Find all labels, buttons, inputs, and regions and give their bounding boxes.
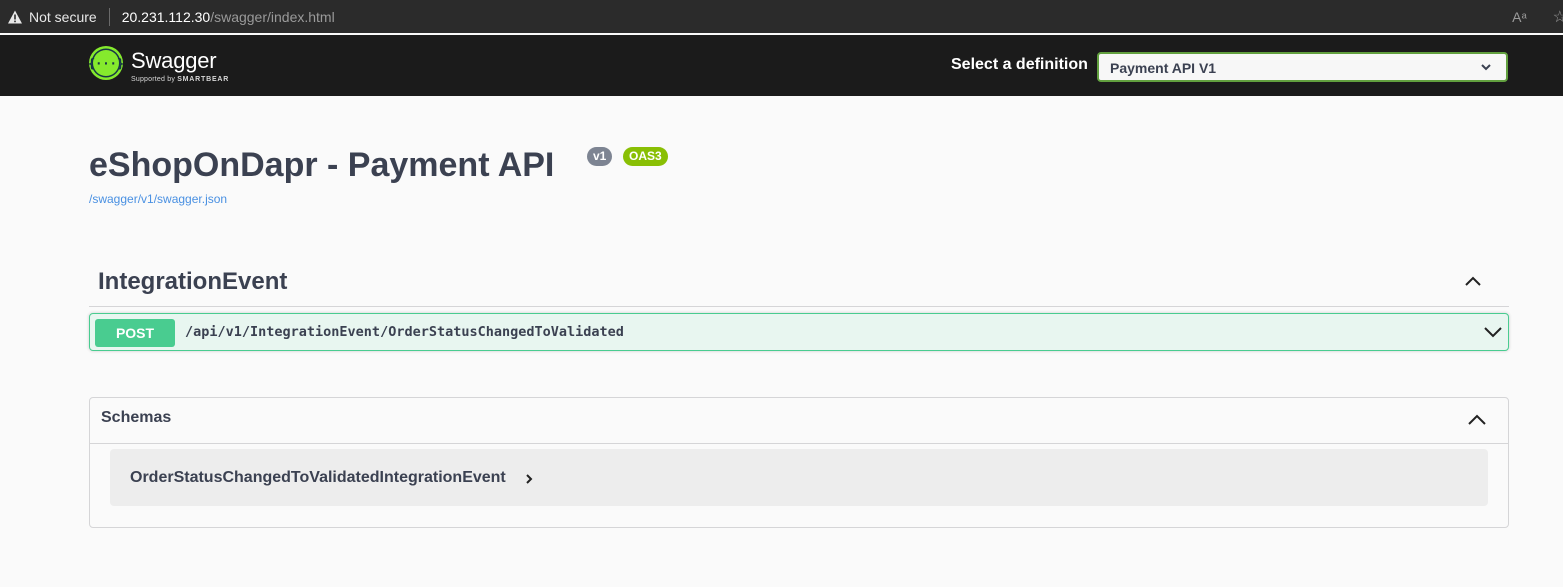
url-field[interactable]: 20.231.112.30/swagger/index.html xyxy=(122,9,335,25)
swagger-topbar: {···} Swagger Supported by SMARTBEAR Sel… xyxy=(0,35,1563,96)
model-container[interactable]: OrderStatusChangedToValidatedIntegration… xyxy=(110,449,1488,506)
warning-icon[interactable] xyxy=(7,9,23,25)
read-aloud-icon[interactable]: Aᵃ xyxy=(1512,9,1527,25)
chevron-up-icon[interactable] xyxy=(1462,270,1484,292)
url-host: 20.231.112.30 xyxy=(121,8,211,25)
address-divider xyxy=(108,7,110,26)
model-name[interactable]: OrderStatusChangedToValidatedIntegration… xyxy=(130,469,506,487)
schemas-title[interactable]: Schemas xyxy=(101,409,171,427)
spec-json-link[interactable]: /swagger/v1/swagger.json xyxy=(89,192,227,206)
browser-address-bar: Not secure 20.231.112.30/swagger/index.h… xyxy=(0,0,1563,33)
tag-divider xyxy=(89,306,1509,307)
operation-path: /api/v1/IntegrationEvent/OrderStatusChan… xyxy=(185,324,624,340)
definition-selected-value: Payment API V1 xyxy=(1110,60,1217,76)
schemas-section: Schemas OrderStatusChangedToValidatedInt… xyxy=(89,397,1509,528)
schemas-divider xyxy=(90,443,1508,444)
definition-select[interactable]: Payment API V1 xyxy=(1097,52,1508,82)
logo-text: Swagger xyxy=(131,48,217,73)
svg-text:{···}: {···} xyxy=(89,57,123,71)
chevron-down-icon[interactable] xyxy=(1483,322,1503,342)
operation-post-order-status-changed[interactable]: POST /api/v1/IntegrationEvent/OrderStatu… xyxy=(89,313,1509,351)
chevron-up-icon[interactable] xyxy=(1467,410,1487,430)
tag-title-integrationevent[interactable]: IntegrationEvent xyxy=(98,268,287,296)
favorite-star-icon[interactable]: ☆ xyxy=(1553,7,1563,27)
oas-badge: OAS3 xyxy=(623,147,668,166)
chevron-down-icon xyxy=(1480,60,1492,78)
method-badge-post: POST xyxy=(95,319,175,347)
definition-label: Select a definition xyxy=(951,56,1088,73)
swagger-logo[interactable]: {···} Swagger Supported by SMARTBEAR xyxy=(89,46,249,86)
api-title: eShopOnDapr - Payment API xyxy=(89,146,555,184)
chevron-right-icon[interactable] xyxy=(522,472,536,486)
logo-subtitle: Supported by SMARTBEAR xyxy=(131,76,230,83)
version-badge: v1 xyxy=(587,147,613,166)
url-path: /swagger/index.html xyxy=(210,8,335,25)
security-status-label[interactable]: Not secure xyxy=(29,9,97,25)
swagger-logo-icon: {···} xyxy=(89,46,123,80)
